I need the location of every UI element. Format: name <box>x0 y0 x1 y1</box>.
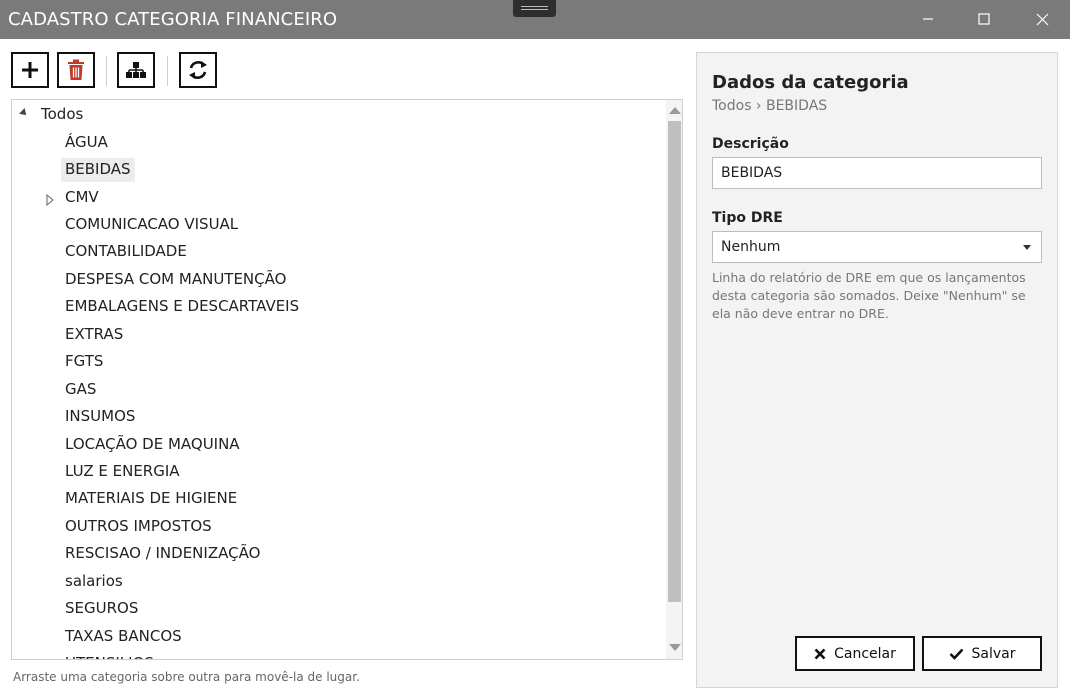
collapse-arrow-icon[interactable] <box>19 108 29 118</box>
tree-item[interactable]: GAS <box>61 378 100 402</box>
delete-category-button[interactable] <box>57 52 95 88</box>
descricao-input[interactable]: BEBIDAS <box>712 157 1042 189</box>
drag-grip-icon[interactable] <box>513 0 556 17</box>
tree-item[interactable]: DESPESA COM MANUTENÇÃO <box>61 268 290 292</box>
dropdown-caret-icon <box>1023 245 1031 250</box>
descricao-label: Descrição <box>712 136 789 152</box>
tree-item[interactable]: SEGUROS <box>61 597 142 621</box>
minimize-button[interactable] <box>917 8 939 30</box>
cancel-button[interactable]: Cancelar <box>795 636 915 671</box>
maximize-icon <box>978 13 990 25</box>
category-details-panel: Dados da categoria Todos › BEBIDAS Descr… <box>696 52 1058 688</box>
hierarchy-button[interactable] <box>117 52 155 88</box>
minimize-icon <box>923 18 933 20</box>
tree-item[interactable]: CONTABILIDADE <box>61 240 191 264</box>
trash-icon <box>68 59 84 80</box>
tree-root-todos[interactable]: Todos <box>41 105 83 123</box>
refresh-button[interactable] <box>179 52 217 88</box>
panel-title: Dados da categoria <box>712 72 909 93</box>
plus-icon <box>22 62 38 78</box>
tipo-dre-value: Nenhum <box>721 239 781 255</box>
tree-item[interactable]: CMV <box>61 186 103 210</box>
tipo-dre-label: Tipo DRE <box>712 210 783 226</box>
scroll-thumb[interactable] <box>668 121 681 602</box>
refresh-icon <box>189 61 207 79</box>
tipo-dre-select[interactable]: Nenhum <box>712 231 1042 263</box>
tree-item-selected[interactable]: BEBIDAS <box>61 158 135 182</box>
maximize-button[interactable] <box>973 8 995 30</box>
tree-item[interactable]: LOCAÇÃO DE MAQUINA <box>61 433 244 457</box>
tipo-dre-help: Linha do relatório de DRE em que os lanç… <box>712 270 1026 321</box>
tree-item[interactable]: EXTRAS <box>61 323 127 347</box>
tree-item[interactable]: RESCISAO / INDENIZAÇÃO <box>61 542 264 566</box>
tree-item[interactable]: OUTROS IMPOSTOS <box>61 515 216 539</box>
hierarchy-icon <box>126 62 146 78</box>
tree-item[interactable]: FGTS <box>61 350 107 374</box>
save-button[interactable]: Salvar <box>922 636 1042 671</box>
tree-item[interactable]: LUZ E ENERGIA <box>61 460 184 484</box>
tree-item[interactable]: COMUNICACAO VISUAL <box>61 213 242 237</box>
check-icon <box>949 648 963 660</box>
tree-item[interactable]: TAXAS BANCOS <box>61 625 186 649</box>
save-button-label: Salvar <box>971 645 1016 662</box>
tree-item[interactable]: MATERIAIS DE HIGIENE <box>61 487 241 511</box>
drag-hint-text: Arraste uma categoria sobre outra para m… <box>13 670 360 684</box>
tree-item[interactable]: salarios <box>61 570 127 594</box>
scroll-up-icon[interactable] <box>669 107 681 114</box>
category-tree[interactable]: Todos ÁGUA BEBIDAS CMV COMUNICACAO VISUA… <box>11 99 683 660</box>
close-button[interactable] <box>1031 8 1053 30</box>
tree-item[interactable]: EMBALAGENS E DESCARTAVEIS <box>61 295 303 319</box>
cancel-button-label: Cancelar <box>834 645 896 662</box>
add-category-button[interactable] <box>11 52 49 88</box>
breadcrumb: Todos › BEBIDAS <box>712 98 828 114</box>
tree-scrollbar[interactable] <box>666 100 682 659</box>
close-icon <box>814 648 826 659</box>
title-bar: CADASTRO CATEGORIA FINANCEIRO <box>0 0 1070 39</box>
expand-arrow-icon[interactable] <box>46 191 54 207</box>
tree-item[interactable]: UTENSILIOS <box>61 652 158 659</box>
toolbar-separator <box>167 56 168 86</box>
tree-item[interactable]: INSUMOS <box>61 405 139 429</box>
tree-item[interactable]: ÁGUA <box>61 131 112 155</box>
toolbar-separator <box>106 56 107 86</box>
scroll-down-icon[interactable] <box>669 644 681 651</box>
window-title: CADASTRO CATEGORIA FINANCEIRO <box>8 9 338 30</box>
close-icon <box>1036 13 1048 25</box>
